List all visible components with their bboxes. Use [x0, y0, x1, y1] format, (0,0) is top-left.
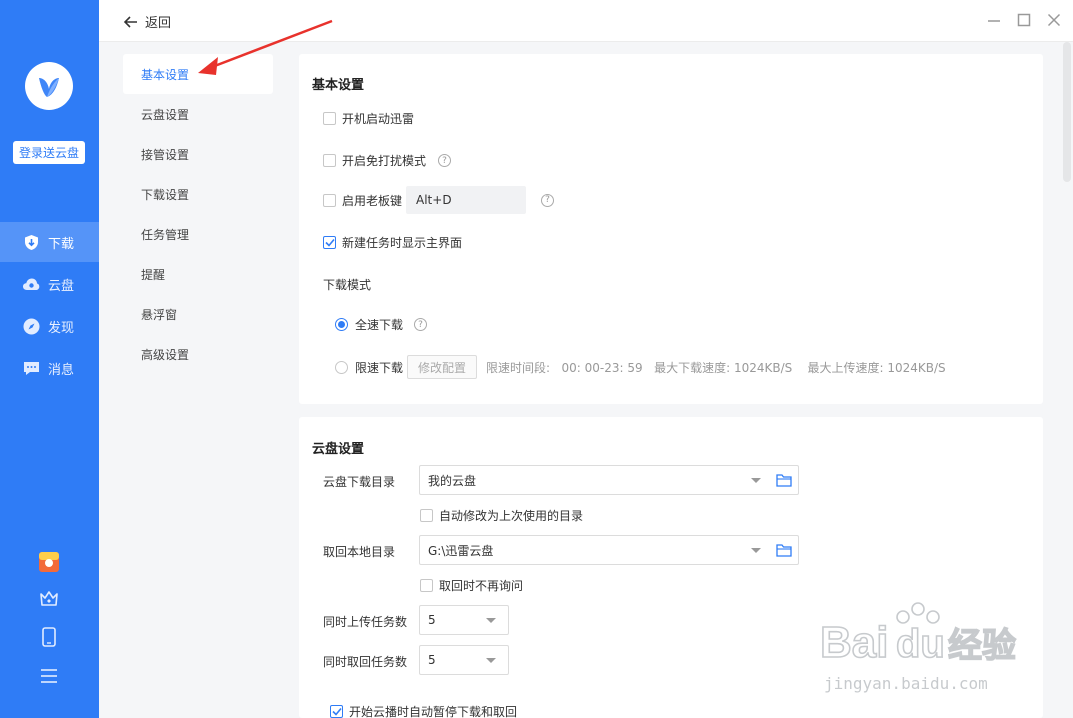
auto-pause-label: 开始云播时自动暂停下载和取回 — [349, 705, 518, 718]
nav-item-discover[interactable]: 发现 — [0, 306, 99, 346]
limit-speed-info: 限速时间段: 00: 00-23: 59 最大下载速度: 1024KB/S 最大… — [486, 360, 946, 375]
boss-key-input[interactable]: Alt+D — [406, 186, 527, 214]
back-button[interactable]: 返回 — [123, 12, 171, 31]
no-ask-label: 取回时不再询问 — [439, 579, 524, 593]
category-takeover[interactable]: 接管设置 — [123, 134, 273, 174]
chevron-down-icon — [751, 478, 761, 483]
auto-pause-option[interactable]: 开始云播时自动暂停下载和取回 — [330, 703, 517, 718]
phone-icon[interactable] — [38, 626, 60, 648]
chevron-down-icon — [486, 618, 496, 623]
folder-icon[interactable] — [776, 473, 792, 487]
fetch-count-label: 同时取回任务数 — [323, 655, 408, 669]
modify-config-button[interactable]: 修改配置 — [407, 355, 478, 379]
gift-box-icon[interactable] — [38, 551, 60, 573]
upload-count-value: 5 — [428, 613, 436, 627]
title-bar: 返回 — [99, 0, 1073, 42]
no-ask-checkbox[interactable] — [420, 579, 433, 592]
category-advanced[interactable]: 高级设置 — [123, 334, 273, 374]
cloud-download-dir-value: 我的云盘 — [428, 473, 477, 488]
no-ask-option[interactable]: 取回时不再询问 — [420, 577, 523, 594]
watermark-cn: 经验 — [948, 626, 1016, 666]
crown-icon[interactable] — [38, 587, 60, 609]
chevron-down-icon — [486, 658, 496, 663]
boss-key-option[interactable]: 启用老板键 Alt+D ? — [323, 186, 555, 214]
nav-item-download[interactable]: 下载 — [0, 222, 99, 262]
show-main-option[interactable]: 新建任务时显示主界面 — [323, 234, 462, 251]
maximize-icon[interactable] — [1016, 12, 1032, 28]
download-mode-title: 下载模式 — [323, 278, 372, 292]
help-icon[interactable]: ? — [541, 193, 555, 207]
boss-key-checkbox[interactable] — [323, 193, 336, 207]
paw-icon — [896, 602, 940, 624]
full-speed-label: 全速下载 — [355, 318, 404, 332]
chevron-down-icon — [751, 548, 761, 553]
app-logo-icon[interactable] — [25, 62, 73, 110]
nav-item-cloud[interactable]: 云盘 — [0, 264, 99, 304]
compass-icon — [22, 317, 40, 335]
fetch-count-value: 5 — [428, 653, 436, 667]
category-basic[interactable]: 基本设置 — [123, 54, 273, 94]
upload-count-select[interactable]: 5 — [419, 605, 509, 635]
folder-icon[interactable] — [776, 543, 792, 557]
local-dir-value: G:\迅雷云盘 — [428, 543, 494, 558]
cloud-download-dir-label: 云盘下载目录 — [323, 475, 396, 489]
category-reminder[interactable]: 提醒 — [123, 254, 273, 294]
auto-modify-option[interactable]: 自动修改为上次使用的目录 — [420, 507, 583, 524]
autostart-label: 开机启动迅雷 — [342, 112, 415, 126]
limit-speed-option[interactable]: 限速下载 修改配置 限速时间段: 00: 00-23: 59 最大下载速度: 1… — [335, 355, 946, 379]
watermark-brand: Bai — [820, 618, 888, 667]
show-main-label: 新建任务时显示主界面 — [342, 236, 463, 250]
local-dir-select[interactable]: G:\迅雷云盘 — [419, 535, 799, 565]
nav-item-label: 发现 — [48, 320, 75, 336]
help-icon[interactable]: ? — [414, 318, 428, 331]
basic-settings-panel: 基本设置 开机启动迅雷 开启免打扰模式 ? 启用老板键 Alt+D ? 新建任务… — [299, 54, 1043, 404]
auto-modify-label: 自动修改为上次使用的目录 — [439, 509, 584, 523]
back-label: 返回 — [145, 16, 172, 31]
category-task-management[interactable]: 任务管理 — [123, 214, 273, 254]
baidu-jingyan-watermark: Bai du 经验 jingyan.baidu.com — [800, 595, 1030, 705]
nav-item-label: 云盘 — [48, 278, 75, 294]
scrollbar[interactable] — [1063, 42, 1071, 182]
no-disturb-option[interactable]: 开启免打扰模式 ? — [323, 152, 452, 169]
left-sidebar: 登录送云盘 下载 云盘 发现 消息 — [0, 0, 99, 718]
autostart-option[interactable]: 开机启动迅雷 — [323, 110, 414, 127]
message-icon — [22, 359, 40, 377]
limit-speed-label: 限速下载 — [355, 360, 404, 375]
cloud-settings-title: 云盘设置 — [312, 442, 365, 457]
watermark-url: jingyan.baidu.com — [824, 674, 988, 693]
download-shield-icon — [22, 233, 40, 251]
boss-key-label: 启用老板键 — [342, 193, 403, 208]
basic-settings-title: 基本设置 — [312, 78, 365, 93]
close-icon[interactable] — [1046, 12, 1062, 28]
nav-item-messages[interactable]: 消息 — [0, 348, 99, 388]
category-download[interactable]: 下载设置 — [123, 174, 273, 214]
minimize-icon[interactable] — [986, 12, 1002, 28]
show-main-checkbox[interactable] — [323, 236, 336, 249]
cloud-download-dir-select[interactable]: 我的云盘 — [419, 465, 799, 495]
settings-category-list: 基本设置 云盘设置 接管设置 下载设置 任务管理 提醒 悬浮窗 高级设置 — [99, 42, 287, 718]
nav-item-label: 消息 — [48, 362, 75, 378]
auto-pause-checkbox[interactable] — [330, 705, 343, 718]
login-button[interactable]: 登录送云盘 — [13, 141, 85, 164]
help-icon[interactable]: ? — [438, 154, 452, 167]
nav-item-label: 下载 — [48, 236, 75, 252]
menu-icon[interactable] — [38, 665, 60, 687]
full-speed-option[interactable]: 全速下载 ? — [335, 316, 428, 333]
fetch-count-select[interactable]: 5 — [419, 645, 509, 675]
category-cloud[interactable]: 云盘设置 — [123, 94, 273, 134]
no-disturb-checkbox[interactable] — [323, 154, 336, 167]
watermark-brand2: du — [896, 622, 945, 666]
category-floating-window[interactable]: 悬浮窗 — [123, 294, 273, 334]
local-dir-label: 取回本地目录 — [323, 545, 396, 559]
full-speed-radio[interactable] — [335, 318, 348, 331]
upload-count-label: 同时上传任务数 — [323, 615, 408, 629]
auto-modify-checkbox[interactable] — [420, 509, 433, 522]
no-disturb-label: 开启免打扰模式 — [342, 154, 427, 168]
limit-speed-radio[interactable] — [335, 360, 348, 374]
autostart-checkbox[interactable] — [323, 112, 336, 125]
cloud-icon — [22, 275, 40, 293]
arrow-left-icon — [123, 15, 137, 28]
